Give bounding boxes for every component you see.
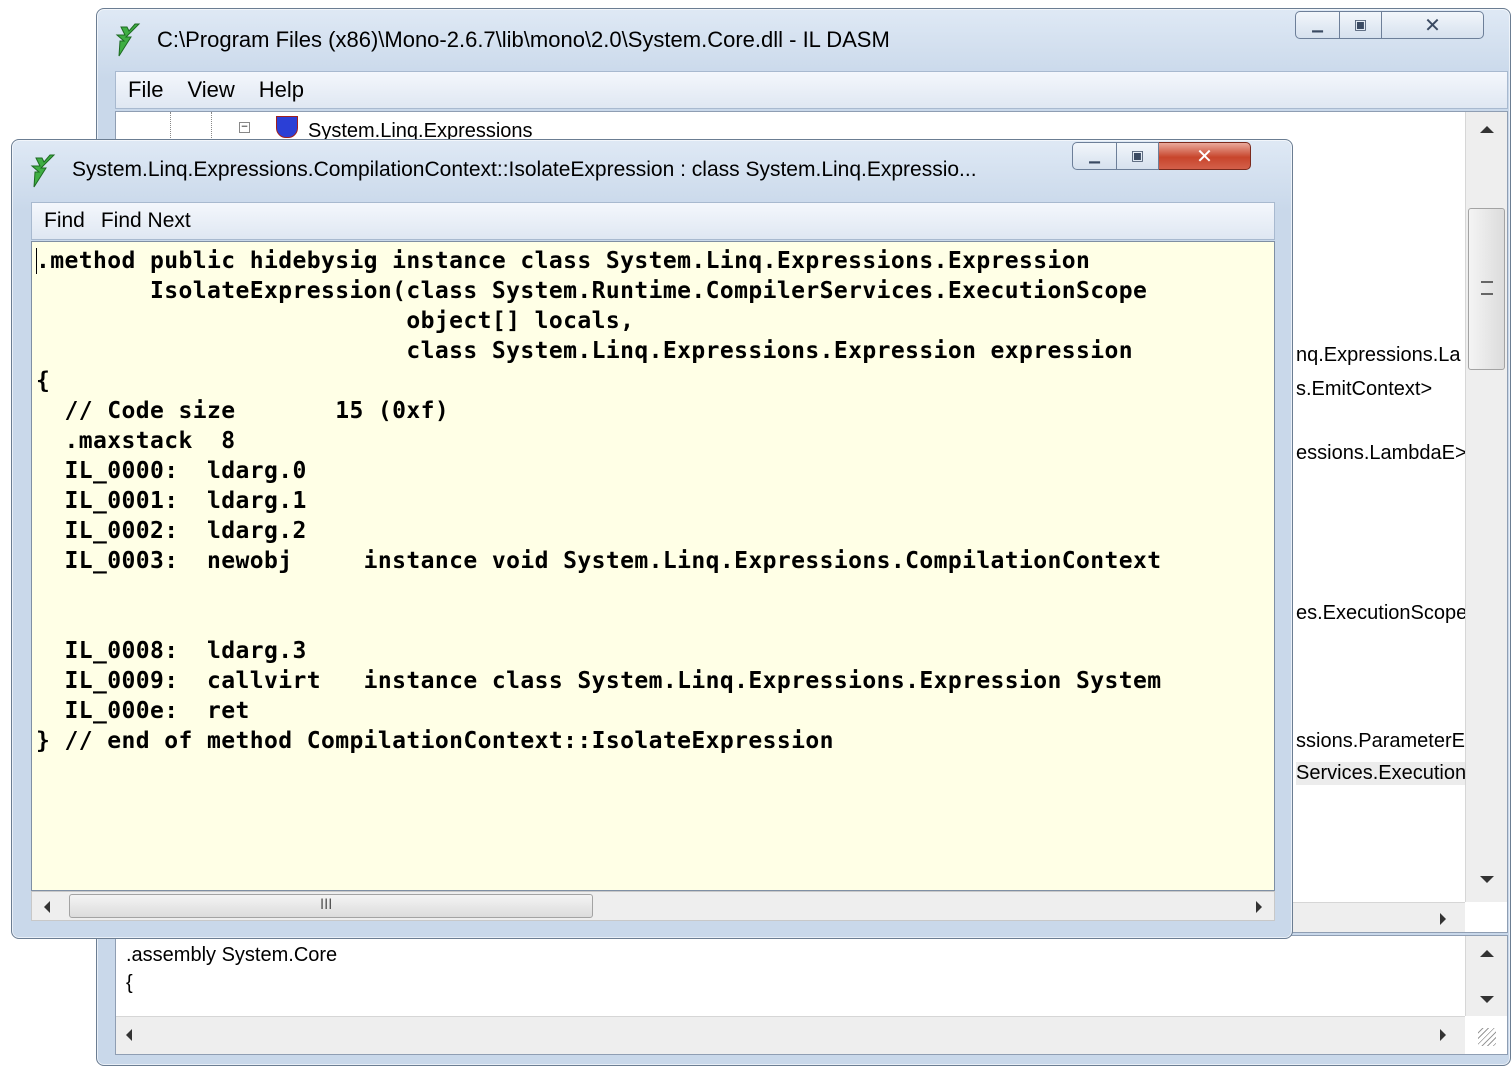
main-caption-buttons: ▁ ▣ ✕ — [1295, 11, 1484, 39]
info-panel[interactable]: .assembly System.Core { — [115, 935, 1508, 1055]
tree-item[interactable]: s.EmitContext> — [1296, 378, 1432, 401]
scroll-left-arrow[interactable] — [44, 901, 50, 913]
ildasm-icon — [115, 23, 141, 57]
menu-find[interactable]: Find — [32, 209, 97, 233]
scroll-down-arrow[interactable] — [1480, 876, 1494, 883]
scroll-right-arrow[interactable] — [1440, 1029, 1446, 1041]
menu-find-next[interactable]: Find Next — [97, 209, 203, 233]
tree-guide-lines — [170, 112, 212, 138]
method-menubar: Find Find Next — [31, 202, 1275, 240]
close-button[interactable]: ✕ — [1382, 11, 1484, 39]
code-line: IL_0001: ldarg.1 — [36, 488, 307, 514]
tree-item[interactable]: ssions.ParameterE — [1296, 730, 1465, 753]
scroll-up-arrow[interactable] — [1480, 950, 1494, 957]
code-line: IL_0000: ldarg.0 — [36, 458, 307, 484]
code-line: } // end of method CompilationContext::I… — [36, 728, 834, 754]
code-horizontal-scrollbar[interactable]: III — [31, 891, 1275, 921]
thumb-grip-icon: III — [320, 897, 333, 913]
tree-item[interactable]: nq.Expressions.La — [1296, 344, 1461, 367]
code-line: IL_0008: ldarg.3 — [36, 638, 307, 664]
maximize-button[interactable]: ▣ — [1117, 142, 1159, 170]
code-line: IL_0002: ldarg.2 — [36, 518, 307, 544]
minimize-icon: ▁ — [1312, 17, 1323, 33]
code-line: .method public hidebysig instance class … — [36, 248, 1091, 274]
minimize-icon: ▁ — [1089, 148, 1100, 164]
tree-item[interactable]: es.ExecutionScope — [1296, 602, 1467, 625]
method-window-title: System.Linq.Expressions.CompilationConte… — [72, 158, 977, 181]
code-line: object[] locals, — [36, 308, 635, 334]
tree-vertical-scrollbar[interactable] — [1465, 112, 1507, 902]
code-line: IL_000e: ret — [36, 698, 250, 724]
code-line: .maxstack 8 — [36, 428, 236, 454]
ildasm-icon — [30, 154, 56, 188]
code-line: class System.Linq.Expressions.Expression… — [36, 338, 1134, 364]
minimize-button[interactable]: ▁ — [1295, 11, 1340, 39]
scroll-right-arrow[interactable] — [1256, 901, 1262, 913]
info-line: { — [126, 972, 133, 994]
main-menubar: File View Help — [115, 71, 1508, 109]
main-titlebar[interactable]: C:\Program Files (x86)\Mono-2.6.7\lib\mo… — [97, 9, 1510, 69]
info-vertical-scrollbar[interactable] — [1465, 936, 1507, 1016]
menu-help[interactable]: Help — [247, 77, 316, 103]
code-line: IsolateExpression(class System.Runtime.C… — [36, 278, 1148, 304]
code-view[interactable]: .method public hidebysig instance class … — [31, 241, 1275, 891]
scroll-up-arrow[interactable] — [1480, 126, 1494, 133]
info-horizontal-scrollbar[interactable] — [116, 1016, 1465, 1054]
namespace-icon — [276, 116, 298, 138]
method-caption-buttons: ▁ ▣ ✕ — [1072, 142, 1251, 170]
tree-item-selected[interactable]: Services.Execution — [1296, 762, 1467, 785]
scroll-left-arrow[interactable] — [126, 1029, 132, 1041]
code-line: // Code size 15 (0xf) — [36, 398, 450, 424]
minimize-button[interactable]: ▁ — [1072, 142, 1117, 170]
code-line: IL_0009: callvirt instance class System.… — [36, 668, 1162, 694]
close-icon: ✕ — [1424, 13, 1441, 37]
code-line: { — [36, 368, 51, 394]
main-window-title: C:\Program Files (x86)\Mono-2.6.7\lib\mo… — [157, 27, 890, 52]
menu-file[interactable]: File — [116, 77, 175, 103]
maximize-icon: ▣ — [1353, 17, 1368, 33]
code-line: IL_0003: newobj instance void System.Lin… — [36, 548, 1162, 574]
code-scroll-thumb[interactable]: III — [69, 894, 593, 918]
menu-view[interactable]: View — [175, 77, 246, 103]
method-window: System.Linq.Expressions.CompilationConte… — [11, 139, 1293, 939]
size-grip-icon[interactable] — [1478, 1028, 1496, 1046]
tree-expander[interactable]: − — [239, 122, 250, 133]
thumb-grip-icon — [1481, 281, 1493, 295]
tree-scroll-thumb[interactable] — [1468, 208, 1505, 370]
close-button[interactable]: ✕ — [1159, 142, 1251, 170]
scroll-down-arrow[interactable] — [1480, 996, 1494, 1003]
scroll-right-arrow[interactable] — [1440, 913, 1446, 925]
method-titlebar[interactable]: System.Linq.Expressions.CompilationConte… — [12, 140, 1292, 196]
maximize-button[interactable]: ▣ — [1340, 11, 1382, 39]
info-line: .assembly System.Core — [126, 944, 338, 966]
maximize-icon: ▣ — [1130, 148, 1145, 164]
tree-item[interactable]: essions.LambdaE> — [1296, 442, 1467, 465]
close-icon: ✕ — [1196, 144, 1213, 168]
